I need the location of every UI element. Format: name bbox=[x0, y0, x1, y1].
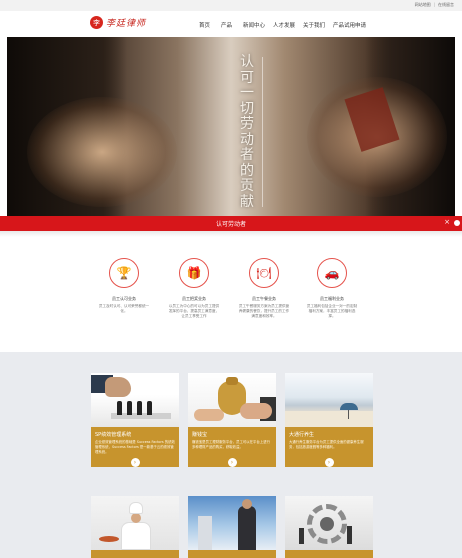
feature-item[interactable]: 🚗 员工福利业务 员工福利包括企业一对一的定制福利方案，丰富员工的福利选择。 bbox=[306, 258, 358, 319]
close-icon[interactable]: × bbox=[444, 218, 450, 226]
dining-icon: 🍽 bbox=[249, 258, 279, 288]
ribbon-shadow bbox=[0, 231, 462, 237]
more-arrow-icon[interactable]: › bbox=[130, 458, 140, 467]
product-card[interactable]: 赚钱宝 赚钱宝是员工理财服务平台，员工可以在平台上进行多种理财产品的购买，获取收… bbox=[188, 373, 276, 467]
card-title: SP绩效管理系统 bbox=[95, 432, 132, 438]
card-desc: 大通行养生服务平台为员工提供全面的健康养生服务，包括旅游度假等多种福利。 bbox=[289, 440, 364, 449]
more-arrow-icon[interactable]: › bbox=[324, 458, 334, 467]
businessman-image bbox=[188, 496, 276, 550]
slider-dot-icon[interactable] bbox=[454, 220, 460, 226]
red-ribbon: 认可劳动者 × bbox=[0, 216, 462, 231]
logo[interactable]: 李 李廷律师 bbox=[90, 16, 146, 29]
trophy-icon: 🏆 bbox=[109, 258, 139, 288]
chef-image bbox=[91, 496, 179, 550]
features-section: 🏆 员工认可业务 员工及时认可、认可荣誉都统一化。 🎁 员工把奖业务 以员工为中… bbox=[0, 245, 462, 345]
hero-divider bbox=[262, 57, 263, 207]
logo-text: 李廷律师 bbox=[106, 19, 147, 29]
ribbon-label: 认可劳动者 bbox=[215, 221, 246, 228]
card-title: 赚钱宝 bbox=[192, 432, 208, 438]
beach-image bbox=[285, 373, 373, 427]
hero-hand-left bbox=[27, 97, 177, 207]
nav-item-about[interactable]: 关于我们 bbox=[303, 21, 333, 29]
card-desc: 企业绩效管理系统的基础是 Success Factors 的绩效管理系统，Suc… bbox=[95, 440, 175, 454]
main-nav: 首页 产品 新闻中心 人才发展 关于我们 产品试用申请 bbox=[199, 21, 373, 29]
feature-desc: 以员工为中心的可以为员工提供发挥的平台，提高员工满意度，让员工享受工作 bbox=[168, 304, 220, 318]
feature-desc: 员工午餐服务方案为员工提供营养健康的餐饮，提升员工的工作满意度和效率。 bbox=[238, 304, 290, 318]
product-card[interactable] bbox=[285, 496, 373, 558]
feature-item[interactable]: 🏆 员工认可业务 员工及时认可、认可荣誉都统一化。 bbox=[98, 258, 150, 319]
message-link[interactable]: 在线留言 bbox=[438, 2, 454, 8]
top-utility-bar: 网站地图 | 在线留言 bbox=[0, 0, 462, 11]
logo-seal-icon: 李 bbox=[90, 16, 103, 29]
product-card[interactable] bbox=[188, 496, 276, 558]
product-card[interactable] bbox=[91, 496, 179, 558]
gear-image bbox=[285, 496, 373, 550]
feature-item[interactable]: 🎁 员工把奖业务 以员工为中心的可以为员工提供发挥的平台，提高员工满意度，让员工… bbox=[168, 258, 220, 319]
nav-item-talent[interactable]: 人才发展 bbox=[273, 21, 303, 29]
card-title: 大通行养生 bbox=[289, 432, 315, 438]
products-section: SP绩效管理系统 企业绩效管理系统的基础是 Success Factors 的绩… bbox=[0, 352, 462, 558]
sitemap-link[interactable]: 网站地图 bbox=[415, 2, 431, 8]
feature-title: 员工福利业务 bbox=[320, 296, 344, 301]
gift-icon: 🎁 bbox=[179, 258, 209, 288]
product-card[interactable]: SP绩效管理系统 企业绩效管理系统的基础是 Success Factors 的绩… bbox=[91, 373, 179, 467]
feature-item[interactable]: 🍽 员工午餐业务 员工午餐服务方案为员工提供营养健康的餐饮，提升员工的工作满意度… bbox=[238, 258, 290, 319]
utility-links: 网站地图 | 在线留言 bbox=[415, 2, 454, 8]
feature-title: 员工把奖业务 bbox=[182, 296, 206, 301]
nav-item-products[interactable]: 产品 bbox=[221, 21, 243, 29]
feature-desc: 员工福利包括企业一对一的定制福利方案，丰富员工的福利选择。 bbox=[306, 304, 358, 318]
chess-image bbox=[91, 373, 179, 427]
product-card[interactable]: 大通行养生 大通行养生服务平台为员工提供全面的健康养生服务，包括旅游度假等多种福… bbox=[285, 373, 373, 467]
site-header: 李 李廷律师 首页 产品 新闻中心 人才发展 关于我们 产品试用申请 bbox=[0, 11, 462, 37]
hero-banner[interactable]: 认可一切劳动者的贡献 bbox=[7, 37, 455, 218]
feature-desc: 员工及时认可、认可荣誉都统一化。 bbox=[98, 304, 150, 313]
money-bag-image bbox=[188, 373, 276, 427]
feature-title: 员工午餐业务 bbox=[252, 296, 276, 301]
card-desc: 赚钱宝是员工理财服务平台，员工可以在平台上进行多种理财产品的购买，获取收益。 bbox=[192, 440, 270, 449]
nav-item-trial[interactable]: 产品试用申请 bbox=[333, 21, 373, 29]
car-icon: 🚗 bbox=[317, 258, 347, 288]
more-arrow-icon[interactable]: › bbox=[227, 458, 237, 467]
nav-item-news[interactable]: 新闻中心 bbox=[243, 21, 273, 29]
nav-item-home[interactable]: 首页 bbox=[199, 21, 221, 29]
divider: | bbox=[433, 2, 435, 7]
feature-title: 员工认可业务 bbox=[112, 296, 136, 301]
hero-slogan: 认可一切劳动者的贡献 bbox=[240, 54, 254, 210]
